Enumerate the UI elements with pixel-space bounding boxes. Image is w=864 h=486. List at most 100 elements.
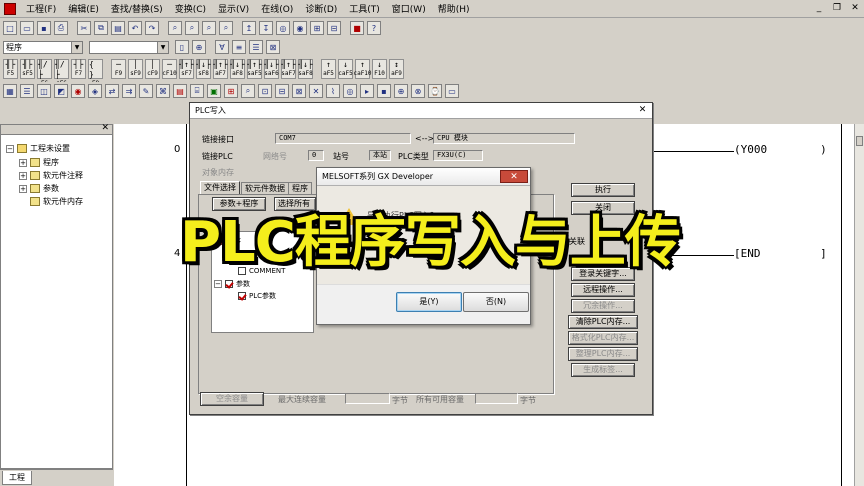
close-icon[interactable]: ✕ — [848, 2, 862, 14]
vertical-scrollbar[interactable] — [854, 124, 864, 486]
tab-file-select[interactable]: 文件选择 — [200, 181, 240, 194]
collapse-icon[interactable]: − — [214, 280, 222, 288]
fkey-button[interactable]: ┤├ F7 — [71, 59, 86, 79]
end-instruction[interactable]: [END ] — [734, 247, 827, 260]
minimize-icon[interactable]: _ — [812, 2, 826, 14]
tree-root[interactable]: − 工程未设置 — [6, 143, 70, 154]
undo-icon[interactable]: ↶ — [128, 21, 142, 35]
fkey-button[interactable]: ╢├ sF5 — [20, 59, 35, 79]
checkbox-checked[interactable] — [238, 292, 246, 300]
fkey-button[interactable]: ╢↑├ saF5 — [247, 59, 262, 79]
comment-edit-icon[interactable]: ✎ — [139, 84, 153, 98]
monitor-mode-icon[interactable]: ◉ — [71, 84, 85, 98]
read-mode-icon[interactable]: ◫ — [37, 84, 51, 98]
monitor-write-icon[interactable]: ◉ — [293, 21, 307, 35]
print-icon[interactable]: ⎙ — [54, 21, 68, 35]
plc-write-icon[interactable]: ↧ — [259, 21, 273, 35]
program-select[interactable]: 程序 ▼ — [3, 40, 83, 54]
fkey-button[interactable]: │ sF9 — [128, 59, 143, 79]
plc-read-icon[interactable]: ↥ — [242, 21, 256, 35]
fkey-button[interactable]: ↓ F10 — [372, 59, 387, 79]
monitor-write-mode-icon[interactable]: ◈ — [88, 84, 102, 98]
remote-operation-button[interactable]: 远程操作... — [571, 283, 635, 297]
batch-monitor-icon[interactable]: ⊗ — [411, 84, 425, 98]
statement-edit-icon[interactable]: ⌸ — [190, 84, 204, 98]
format-plc-memory-button[interactable]: 格式化PLC内存... — [568, 331, 638, 345]
alias-icon[interactable]: ⌘ — [156, 84, 170, 98]
fkey-button[interactable]: ╢↑├ sF7 — [179, 59, 194, 79]
instruction-icon[interactable]: ⊟ — [275, 84, 289, 98]
redundant-operation-button[interactable]: 冗余操作... — [571, 299, 635, 313]
checkbox-checked[interactable] — [225, 280, 233, 288]
paste-icon[interactable]: ▤ — [111, 21, 125, 35]
convert-all-icon[interactable]: ⇉ — [122, 84, 136, 98]
restore-icon[interactable]: ❐ — [830, 2, 844, 14]
fkey-button[interactable]: ╢↓├ sF8 — [196, 59, 211, 79]
output-coil[interactable]: (Y000 ) — [734, 143, 827, 156]
statement-icon[interactable]: ⊕ — [192, 40, 206, 54]
find-instruction-icon[interactable]: ⌕ — [202, 21, 216, 35]
fkey-button[interactable]: ╢↑├ aF7 — [213, 59, 228, 79]
fkey-button[interactable]: { }F8 — [88, 59, 103, 87]
fkey-button[interactable]: ╢/├F6 — [37, 59, 52, 87]
fkey-button[interactable]: ↑ aF5 — [321, 59, 336, 79]
menu-window[interactable]: 窗口(W) — [386, 2, 432, 15]
menu-diagnostics[interactable]: 诊断(D) — [299, 2, 343, 15]
fkey-button[interactable]: ↓ caF5 — [338, 59, 353, 79]
menu-view[interactable]: 显示(V) — [212, 2, 255, 15]
tab-project[interactable]: 工程 — [2, 471, 32, 485]
step-icon[interactable]: ⊡ — [258, 84, 272, 98]
free-capacity-button[interactable]: 空余容量 — [200, 392, 264, 406]
fkey-button[interactable]: │ cF9 — [145, 59, 160, 79]
device-list-icon[interactable]: ☰ — [249, 40, 263, 54]
close-icon[interactable]: ✕ — [500, 170, 528, 183]
file-tree-parameter[interactable]: − 参数 — [214, 279, 250, 289]
close-icon[interactable]: ✕ — [636, 105, 649, 116]
close-icon[interactable]: ✕ — [101, 123, 109, 133]
device-comment-icon[interactable]: ▤ — [173, 84, 187, 98]
fkey-button[interactable]: ╢↓├ saF6 — [264, 59, 279, 79]
data-select[interactable]: ▼ — [89, 40, 169, 54]
save-icon[interactable]: ▪ — [37, 21, 51, 35]
list-view-icon[interactable]: ☰ — [20, 84, 34, 98]
redo-icon[interactable]: ↷ — [145, 21, 159, 35]
menu-help[interactable]: 帮助(H) — [432, 2, 476, 15]
generate-label-button[interactable]: 生成标签... — [571, 363, 635, 377]
file-tree-plc-parameter[interactable]: PLC参数 — [238, 291, 276, 301]
find-icon[interactable]: ⌕ — [168, 21, 182, 35]
menu-tools[interactable]: 工具(T) — [343, 2, 386, 15]
open-icon[interactable]: ▭ — [20, 21, 34, 35]
cross-ref-icon[interactable]: ✕ — [309, 84, 323, 98]
clear-plc-memory-button[interactable]: 清除PLC内存... — [568, 315, 638, 329]
note-edit-icon[interactable]: ▣ — [207, 84, 221, 98]
fkey-button[interactable]: ↕ aF9 — [389, 59, 404, 79]
batch-icon[interactable]: ⊟ — [327, 21, 341, 35]
ladder-view-icon[interactable]: ▦ — [3, 84, 17, 98]
collapse-icon[interactable]: − — [6, 144, 14, 153]
new-icon[interactable]: □ — [3, 21, 17, 35]
menu-find-replace[interactable]: 查找/替换(S) — [105, 2, 169, 15]
tree-item-device-comment[interactable]: + 软元件注释 — [19, 170, 83, 181]
comment-icon[interactable]: ▯ — [175, 40, 189, 54]
execute-button[interactable]: 执行 — [571, 183, 635, 197]
fkey-button[interactable]: ─ cF10 — [162, 59, 177, 79]
device-icon[interactable]: ⊠ — [266, 40, 280, 54]
menu-convert[interactable]: 变换(C) — [169, 2, 212, 15]
find-device-icon[interactable]: ⌕ — [185, 21, 199, 35]
fkey-button[interactable]: ╢↑├ saF7 — [281, 59, 296, 79]
yes-button[interactable]: 是(Y) — [396, 292, 462, 312]
fkey-button[interactable]: ─ F9 — [111, 59, 126, 79]
monitor-icon[interactable]: ◎ — [276, 21, 290, 35]
find-step-icon[interactable]: ⌕ — [219, 21, 233, 35]
fkey-button[interactable]: ╢/├sF6 — [54, 59, 69, 87]
convert-icon[interactable]: ⇄ — [105, 84, 119, 98]
trace-icon[interactable]: ⌇ — [326, 84, 340, 98]
fkey-button[interactable]: ╢↓├ aF8 — [230, 59, 245, 79]
menu-project[interactable]: 工程(F) — [20, 2, 62, 15]
copy-icon[interactable]: ⧉ — [94, 21, 108, 35]
help-icon[interactable]: ? — [367, 21, 381, 35]
diagnose-icon[interactable]: ◎ — [343, 84, 357, 98]
no-button[interactable]: 否(N) — [463, 292, 529, 312]
menu-edit[interactable]: 编辑(E) — [62, 2, 105, 15]
tree-item-program[interactable]: + 程序 — [19, 157, 59, 168]
